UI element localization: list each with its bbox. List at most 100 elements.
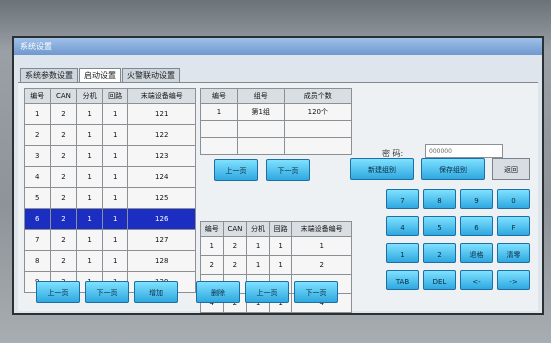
table-row[interactable]: 7 2 1 1 127 (24, 229, 196, 251)
table-row[interactable]: 6 2 1 1 126 (24, 208, 196, 230)
header-can: CAN (222, 221, 248, 237)
device-cell: 5 (24, 187, 51, 209)
device-cell: 2 (49, 124, 78, 146)
device-cell: 123 (127, 145, 196, 167)
new-group-button[interactable]: 新建组别 (350, 158, 414, 180)
header-id: 编号 (24, 88, 51, 104)
keypad-key[interactable]: 5 (423, 216, 456, 236)
back-button[interactable]: 返回 (492, 158, 530, 180)
member-cell: 1 (268, 255, 293, 275)
member-cell: 2 (291, 255, 352, 275)
device-cell: 3 (24, 145, 51, 167)
group-cell: 1 (200, 103, 238, 121)
group-cell (283, 137, 353, 155)
keypad-key[interactable]: DEL (423, 270, 456, 290)
table-row[interactable]: 1 2 1 1 121 (24, 103, 196, 125)
table-row[interactable]: 4 2 1 1 124 (24, 166, 196, 188)
member-cell: 1 (268, 236, 293, 256)
keypad-key[interactable]: 清零 (497, 243, 530, 263)
group-next-button[interactable]: 下一页 (266, 159, 310, 181)
keypad-key[interactable]: 6 (460, 216, 493, 236)
table-row[interactable]: 8 2 1 1 128 (24, 250, 196, 272)
header-id: 编号 (200, 88, 238, 104)
device-cell: 8 (24, 250, 51, 272)
group-prev-button[interactable]: 上一页 (214, 159, 258, 181)
device-cell: 1 (76, 250, 103, 272)
device-cell: 1 (101, 124, 129, 146)
device-cell: 121 (127, 103, 196, 125)
member-prev-button[interactable]: 上一页 (245, 281, 289, 303)
table-row[interactable]: 1 第1组 120个 (200, 103, 353, 121)
member-next-button[interactable]: 下一页 (294, 281, 338, 303)
table-row[interactable] (200, 137, 353, 155)
window-title: 系统设置 (14, 38, 542, 55)
password-input[interactable]: 000000 (425, 144, 503, 158)
device-cell: 1 (101, 103, 129, 125)
keypad-key[interactable]: F (497, 216, 530, 236)
device-cell: 1 (101, 250, 129, 272)
keypad-key[interactable]: -> (497, 270, 530, 290)
device-cell: 1 (101, 208, 129, 230)
table-row[interactable] (200, 120, 353, 138)
device-cell: 2 (49, 145, 78, 167)
group-cell (236, 120, 285, 138)
header-can: CAN (49, 88, 78, 104)
device-table-body: 1 2 1 1 121 2 2 1 1 122 3 2 1 1 123 4 2 1 1 124 5 2 1 1 125 6 2 1 1 1… (24, 103, 196, 293)
device-cell: 1 (24, 103, 51, 125)
device-cell: 2 (49, 187, 78, 209)
member-cell: 2 (222, 255, 248, 275)
tab-fire-linkage[interactable]: 火警联动设置 (122, 68, 180, 82)
header-group: 组号 (236, 88, 285, 104)
group-table-header: 编号 组号 成员个数 (200, 88, 353, 104)
header-extension: 分机 (76, 88, 103, 104)
device-cell: 125 (127, 187, 196, 209)
device-cell: 2 (49, 166, 78, 188)
device-cell: 7 (24, 229, 51, 251)
device-cell: 128 (127, 250, 196, 272)
table-row[interactable]: 5 2 1 1 125 (24, 187, 196, 209)
tab-system-params[interactable]: 系统参数设置 (20, 68, 78, 82)
tab-startup-settings[interactable]: 启动设置 (79, 68, 121, 82)
group-table: 编号 组号 成员个数 1 第1组 120个 (200, 88, 353, 155)
keypad-key[interactable]: 9 (460, 189, 493, 209)
delete-button[interactable]: 删除 (196, 281, 240, 303)
device-prev-button[interactable]: 上一页 (36, 281, 80, 303)
keypad-key[interactable]: 退格 (460, 243, 493, 263)
keypad-key[interactable]: 1 (386, 243, 419, 263)
table-row[interactable]: 22112 (200, 255, 352, 275)
save-group-button[interactable]: 保存组别 (421, 158, 485, 180)
group-cell: 第1组 (236, 103, 285, 121)
table-row[interactable]: 3 2 1 1 123 (24, 145, 196, 167)
member-table-header: 编号 CAN 分机 回路 末端设备编号 (200, 221, 352, 237)
keypad-key[interactable]: 2 (423, 243, 456, 263)
group-cell (200, 120, 238, 138)
header-extension: 分机 (246, 221, 270, 237)
group-cell (283, 120, 353, 138)
member-cell: 1 (246, 236, 270, 256)
device-cell: 1 (76, 103, 103, 125)
device-cell: 1 (101, 166, 129, 188)
table-row[interactable]: 2 2 1 1 122 (24, 124, 196, 146)
device-cell: 126 (127, 208, 196, 230)
device-cell: 2 (49, 250, 78, 272)
keypad-key[interactable]: 8 (423, 189, 456, 209)
device-table-header: 编号 CAN 分机 回路 末端设备编号 (24, 88, 196, 104)
keypad-key[interactable]: TAB (386, 270, 419, 290)
header-terminal-id: 末端设备编号 (127, 88, 196, 104)
header-loop: 回路 (268, 221, 293, 237)
keypad-key[interactable]: 7 (386, 189, 419, 209)
add-button[interactable]: 增加 (134, 281, 178, 303)
header-id: 编号 (200, 221, 224, 237)
group-cell (200, 137, 238, 155)
keypad-key[interactable]: 4 (386, 216, 419, 236)
device-cell: 1 (76, 229, 103, 251)
header-loop: 回路 (101, 88, 129, 104)
keypad-key[interactable]: <- (460, 270, 493, 290)
member-cell: 2 (222, 236, 248, 256)
device-next-button[interactable]: 下一页 (85, 281, 129, 303)
keypad-key[interactable]: 0 (497, 189, 530, 209)
table-row[interactable]: 12111 (200, 236, 352, 256)
tab-bar: 系统参数设置 启动设置 火警联动设置 (20, 68, 181, 82)
touch-screen: 系统设置 系统参数设置 启动设置 火警联动设置 编号 CAN 分机 回路 末端设… (12, 36, 544, 315)
device-cell: 1 (76, 187, 103, 209)
